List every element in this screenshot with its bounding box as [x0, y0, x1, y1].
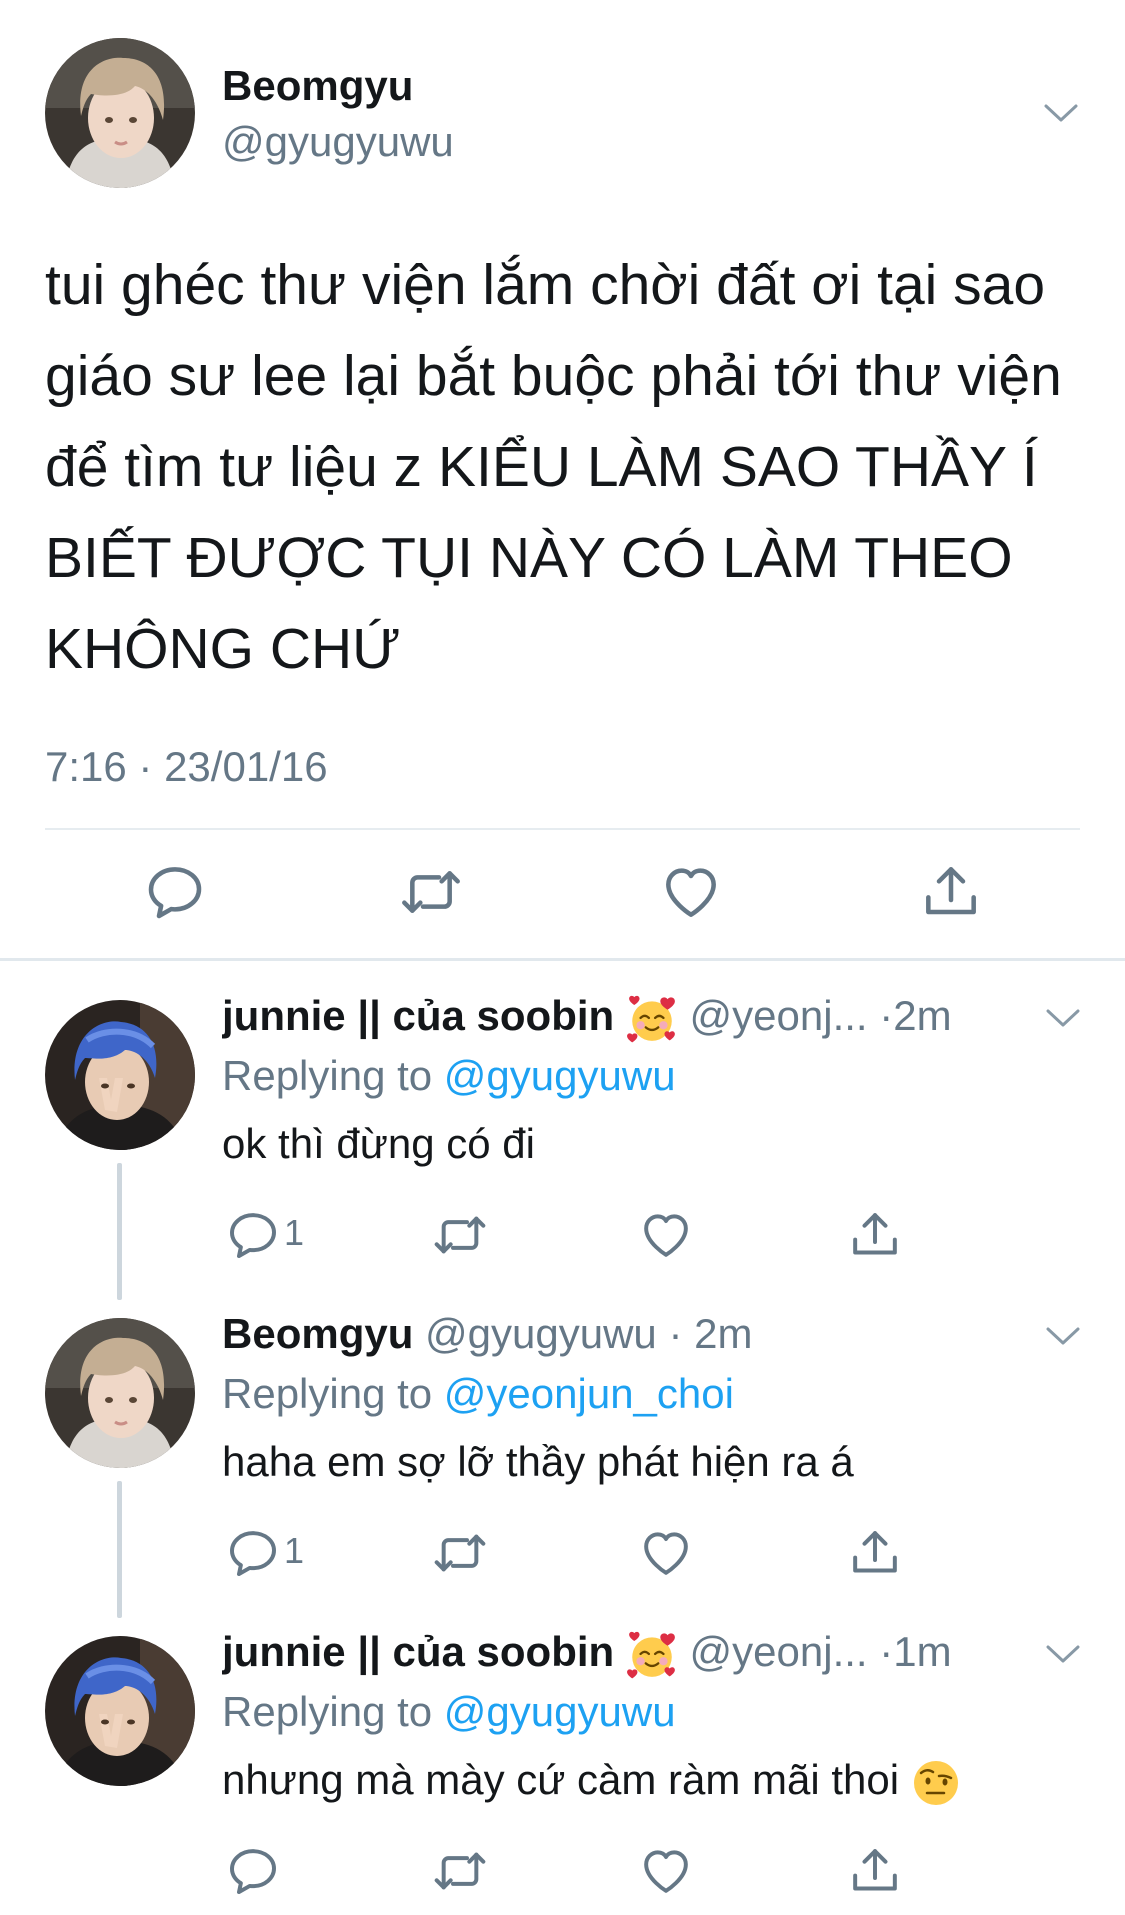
reply-tweet[interactable]: junnie || của soobin @yeonj... ·2m Reply…: [0, 962, 1125, 1280]
share-icon[interactable]: [847, 1207, 903, 1263]
avatar[interactable]: [45, 1318, 195, 1468]
smiling-face-with-hearts-icon: [626, 1629, 678, 1681]
reply-text: nhưng mà mày cứ càm ràm mãi thoi: [222, 1756, 961, 1808]
replying-label: Replying to: [222, 1688, 433, 1735]
reply-header: junnie || của soobin @yeonj... ·1m: [222, 1628, 1052, 1681]
reply-header: junnie || của soobin @yeonj... ·2m: [222, 992, 1052, 1045]
mention-link[interactable]: @gyugyuwu: [444, 1688, 676, 1735]
tweet-timestamp[interactable]: 7:16 · 23/01/16: [45, 743, 328, 791]
retweet-icon[interactable]: [399, 860, 463, 924]
chevron-down-icon[interactable]: [1045, 1007, 1081, 1029]
author-handle-time[interactable]: @yeonj... ·1m: [690, 1628, 952, 1675]
replying-to: Replying to @yeonjun_choi: [222, 1370, 734, 1418]
reply-text-content: nhưng mà mày cứ càm ràm mãi thoi: [222, 1756, 900, 1803]
chevron-down-icon[interactable]: [1043, 102, 1079, 124]
section-divider: [0, 958, 1125, 961]
reply-tweet[interactable]: junnie || của soobin @yeonj... ·1m Reply…: [0, 1598, 1125, 1915]
author-name[interactable]: Beomgyu: [222, 62, 413, 110]
avatar[interactable]: [45, 1636, 195, 1786]
retweet-icon[interactable]: [432, 1525, 488, 1581]
author-handle-time[interactable]: @gyugyuwu · 2m: [425, 1310, 752, 1357]
retweet-icon[interactable]: [432, 1207, 488, 1263]
like-icon[interactable]: [659, 860, 723, 924]
author-name[interactable]: Beomgyu: [222, 1310, 413, 1357]
author-name[interactable]: junnie || của soobin: [222, 1628, 614, 1675]
reply-icon[interactable]: [225, 1207, 281, 1263]
reply-text: ok thì đừng có đi: [222, 1120, 535, 1167]
reply-icon[interactable]: [143, 860, 207, 924]
replying-label: Replying to: [222, 1370, 433, 1417]
chevron-down-icon[interactable]: [1045, 1643, 1081, 1665]
divider: [45, 828, 1080, 830]
replying-to: Replying to @gyugyuwu: [222, 1052, 676, 1100]
retweet-icon[interactable]: [432, 1843, 488, 1899]
tweet-text: tui ghéc thư viện lắm chời đất ơi tại sa…: [45, 253, 1062, 681]
mention-link[interactable]: @gyugyuwu: [444, 1052, 676, 1099]
reply-count: 1: [284, 1212, 305, 1253]
share-icon[interactable]: [919, 860, 983, 924]
share-icon[interactable]: [847, 1843, 903, 1899]
share-icon[interactable]: [847, 1525, 903, 1581]
author-name[interactable]: junnie || của soobin: [222, 992, 614, 1039]
avatar[interactable]: [45, 1000, 195, 1150]
like-icon[interactable]: [638, 1843, 694, 1899]
author-handle[interactable]: @gyugyuwu: [222, 118, 454, 166]
author-handle-time[interactable]: @yeonj... ·2m: [690, 992, 952, 1039]
reply-text: haha em sợ lỡ thầy phát hiện ra á: [222, 1438, 854, 1485]
reply-count: 1: [284, 1530, 305, 1571]
like-icon[interactable]: [638, 1525, 694, 1581]
reply-icon[interactable]: [225, 1843, 281, 1899]
avatar[interactable]: [45, 38, 195, 188]
like-icon[interactable]: [638, 1207, 694, 1263]
replying-to: Replying to @gyugyuwu: [222, 1688, 676, 1736]
reply-icon[interactable]: [225, 1525, 281, 1581]
face-with-raised-eyebrow-icon: [911, 1758, 961, 1808]
reply-header: Beomgyu @gyugyuwu · 2m: [222, 1310, 1052, 1358]
smiling-face-with-hearts-icon: [626, 993, 678, 1045]
replying-label: Replying to: [222, 1052, 433, 1099]
reply-tweet[interactable]: Beomgyu @gyugyuwu · 2m Replying to @yeon…: [0, 1280, 1125, 1598]
mention-link[interactable]: @yeonjun_choi: [444, 1370, 734, 1417]
chevron-down-icon[interactable]: [1045, 1325, 1081, 1347]
